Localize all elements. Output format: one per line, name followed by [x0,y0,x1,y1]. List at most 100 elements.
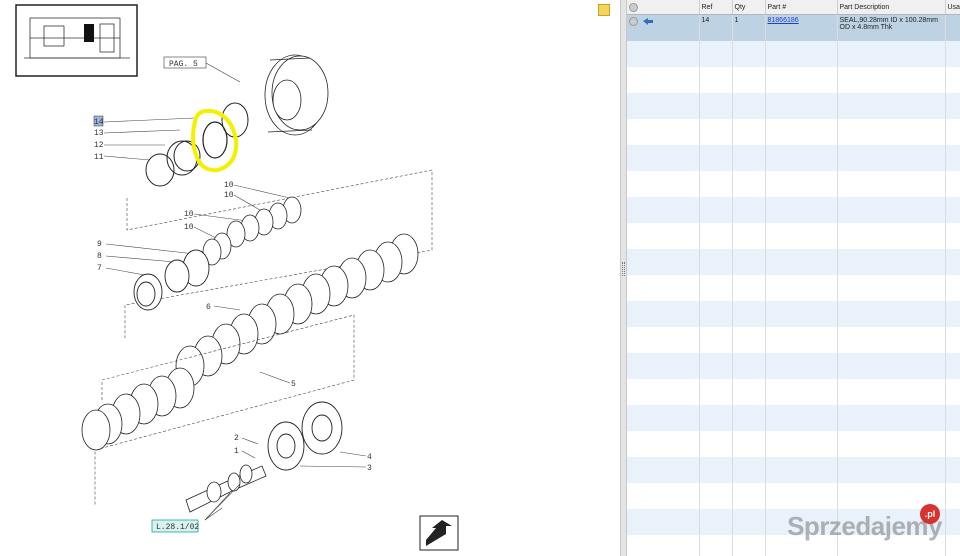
empty-table-row [627,249,960,275]
column-header-description[interactable]: Part Description [837,0,946,15]
empty-cell [699,431,733,457]
empty-cell [837,249,946,275]
empty-cell [627,405,700,431]
empty-cell [732,145,766,171]
callout-7[interactable]: 7 [97,264,102,273]
empty-cell [627,249,700,275]
empty-cell [627,483,700,509]
empty-cell [837,223,946,249]
page-ref-label[interactable]: PAG. 5 [169,60,198,69]
table-row[interactable]: 14 1 81866186 SEAL,90.28mm ID x 100.28mm… [627,14,960,41]
empty-cell [699,119,733,145]
empty-cell [699,145,733,171]
column-header-ref[interactable]: Ref [699,0,733,15]
empty-cell [765,197,838,223]
empty-cell [945,509,960,535]
empty-cell [837,41,946,67]
empty-cell [699,457,733,483]
empty-cell [699,379,733,405]
empty-cell [765,457,838,483]
empty-cell [765,119,838,145]
parts-list-pane: Ref Qty Part # Part Description Usa 14 1… [627,0,960,556]
empty-cell [765,327,838,353]
empty-cell [837,301,946,327]
column-header-part-number[interactable]: Part # [765,0,838,15]
empty-cell [732,119,766,145]
callout-4[interactable]: 4 [367,453,372,462]
callout-14[interactable]: 14 [94,118,104,127]
empty-table-row [627,457,960,483]
empty-table-row [627,327,960,353]
disc-pack-upper [202,196,302,266]
seal-highlight[interactable] [191,108,239,173]
empty-cell [765,405,838,431]
empty-cell [627,457,700,483]
empty-cell [699,67,733,93]
callout-10a[interactable]: 10 [224,181,234,190]
ref-cell: 14 [699,14,733,41]
clutch-drum [264,54,329,136]
column-header-usage[interactable]: Usa [945,0,960,15]
callout-8[interactable]: 8 [97,252,102,261]
empty-cell [945,457,960,483]
folder-icon[interactable] [598,4,610,16]
add-to-cart-icon[interactable] [629,17,638,26]
empty-cell [732,249,766,275]
locate-in-diagram-icon[interactable] [642,18,653,25]
exploded-parts-diagram[interactable]: PAG. 5 14 13 12 11 10 10 10 10 9 8 7 6 5… [0,0,620,556]
callout-6[interactable]: 6 [206,303,211,312]
callout-2[interactable]: 2 [234,434,239,443]
diagram-pane[interactable]: PAG. 5 14 13 12 11 10 10 10 10 9 8 7 6 5… [0,0,620,556]
empty-cell [627,67,700,93]
empty-cell [732,509,766,535]
column-header-qty[interactable]: Qty [732,0,766,15]
empty-table-row [627,405,960,431]
empty-table-row [627,93,960,119]
thumbnail-location-marker [84,24,94,42]
empty-cell [837,405,946,431]
empty-cell [732,41,766,67]
splitter-grip-icon[interactable] [622,262,625,276]
empty-cell [627,41,700,67]
empty-cell [699,275,733,301]
empty-cell [699,353,733,379]
empty-cell [945,431,960,457]
empty-cell [699,249,733,275]
callout-12[interactable]: 12 [94,141,104,150]
callout-9[interactable]: 9 [97,240,102,249]
empty-cell [627,145,700,171]
empty-cell [837,327,946,353]
gear-pair [267,401,343,471]
empty-cell [945,171,960,197]
callout-3[interactable]: 3 [367,464,372,473]
empty-cell [732,353,766,379]
empty-cell [765,379,838,405]
empty-cell [837,119,946,145]
location-thumbnail[interactable] [15,4,138,77]
page-link-label[interactable]: L.28.1/02 [156,523,199,532]
callout-11[interactable]: 11 [94,153,104,162]
callout-10d[interactable]: 10 [184,223,194,232]
empty-cell [732,431,766,457]
callout-10c[interactable]: 10 [184,210,194,219]
empty-table-row [627,301,960,327]
settings-icon[interactable] [629,2,638,12]
empty-cell [699,483,733,509]
part-number-link[interactable]: 81866186 [768,17,799,24]
column-header-controls[interactable] [627,0,700,15]
callout-1[interactable]: 1 [234,447,239,456]
pane-splitter[interactable] [620,0,627,556]
empty-cell [765,353,838,379]
empty-cell [699,535,733,556]
callout-13[interactable]: 13 [94,129,104,138]
empty-cell [945,223,960,249]
callout-10b[interactable]: 10 [224,191,234,200]
empty-cell [627,93,700,119]
callout-5[interactable]: 5 [291,380,296,389]
empty-cell [627,353,700,379]
seal-ref-14[interactable] [202,121,228,159]
empty-cell [765,171,838,197]
empty-cell [627,327,700,353]
empty-cell [699,197,733,223]
empty-cell [732,223,766,249]
